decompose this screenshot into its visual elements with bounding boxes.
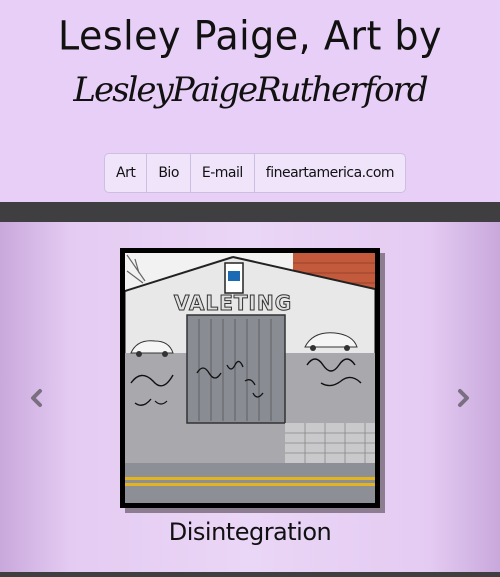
artwork-caption: Disintegration xyxy=(168,518,332,546)
site-header: Lesley Paige, Art by LesleyPaigeRutherfo… xyxy=(0,0,500,202)
top-divider-bar xyxy=(0,202,500,222)
bottom-divider-bar xyxy=(0,572,500,577)
artwork-frame[interactable]: VALETING xyxy=(120,248,380,508)
carousel-next-button[interactable] xyxy=(454,386,474,410)
carousel-prev-button[interactable] xyxy=(26,386,46,410)
chevron-left-icon xyxy=(31,389,42,407)
nav-item-art[interactable]: Art xyxy=(105,154,148,192)
site-title: Lesley Paige, Art by xyxy=(57,12,443,60)
chevron-right-icon xyxy=(458,389,469,407)
artist-signature: LesleyPaigeRutherford xyxy=(73,70,428,110)
svg-text:VALETING: VALETING xyxy=(174,291,292,315)
nav-item-email[interactable]: E-mail xyxy=(191,154,255,192)
nav-item-bio[interactable]: Bio xyxy=(147,154,191,192)
artwork-painting: VALETING xyxy=(125,253,375,503)
nav-item-fineartamerica[interactable]: fineartamerica.com xyxy=(255,154,405,192)
main-nav: Art Bio E-mail fineartamerica.com xyxy=(104,153,407,193)
